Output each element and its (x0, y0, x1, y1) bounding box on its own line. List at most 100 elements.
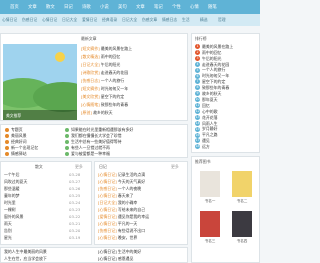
list-item[interactable]: [心情日记] 写给未来的自己 (98, 207, 186, 213)
rank-badge: 4 (195, 61, 200, 67)
subnav-item[interactable]: 伤感日记 (22, 17, 37, 23)
rank-badge: 1 (195, 44, 200, 49)
list-item[interactable]: [心情日记] 晚安，世界 (98, 235, 186, 241)
banner-hill (33, 82, 77, 112)
nav-item[interactable]: 随笔 (208, 4, 217, 10)
list-date: 03-26 (69, 186, 81, 191)
book-cover[interactable] (200, 171, 220, 197)
book-cover[interactable] (200, 211, 220, 237)
list-item[interactable]: [日记大全] 我的小确幸 (98, 200, 186, 206)
book-title[interactable]: 书名一 (196, 199, 224, 204)
subnav-item[interactable]: 爱情日记 (82, 17, 97, 23)
subnav-item[interactable]: 哲理 (218, 17, 226, 23)
rank-item[interactable]: 远方 (202, 144, 258, 150)
subnav-item[interactable]: 心情日记 (42, 17, 57, 23)
subnav-item[interactable]: 伤感文章 (142, 17, 157, 23)
book-title[interactable]: 书名三 (196, 239, 224, 244)
nav-item[interactable]: 散文 (46, 4, 55, 10)
diary-list-panel: 日记 更多 [心情日记] 记录生活的点滴 [心情日记] 今天的天气真好 [伤感日… (94, 161, 188, 245)
list-item[interactable]: 童年的梦 (4, 193, 64, 199)
featured-link[interactable]: 情感驿站 (11, 151, 61, 157)
nav-item[interactable]: 美句 (118, 4, 127, 10)
nav-item[interactable]: 笔记 (154, 4, 163, 10)
more-link[interactable]: 更多 (75, 164, 83, 170)
list-item[interactable]: 一个午后 (4, 172, 64, 178)
article-link[interactable]: [短文摘抄] 最美的风景在路上 (81, 46, 185, 52)
sun-icon (55, 52, 65, 62)
list-item[interactable]: 我的人生中最美丽的风景 (4, 249, 92, 255)
list-item[interactable]: 告别 (4, 228, 64, 234)
list-item[interactable]: [心情日记] 生活中的美好 (98, 249, 186, 255)
list-date: 03-23 (69, 207, 81, 212)
nav-item[interactable]: 诗歌 (82, 4, 91, 10)
subnav-item[interactable]: 经典语录 (102, 17, 117, 23)
subnav-item[interactable]: 日记大全 (62, 17, 77, 23)
rank-badge: 18 (195, 144, 200, 150)
list-item[interactable]: 那些温暖 (4, 186, 64, 192)
list-item[interactable]: [伤感日记] 一个人的夜晚 (98, 186, 186, 192)
ranking-panel: 排行榜 1 最美的风景在路上 2 雨中的回忆 3 午后的阳光 4 走进春天的花园 5 一个人的旅行… (191, 33, 260, 153)
banner-caption: 美文推荐 (3, 110, 77, 120)
list-date: 03-22 (69, 214, 81, 219)
subnav-item[interactable]: 情感日志 (162, 17, 177, 23)
article-link[interactable]: [短文摘抄] 时光匆匆又一年 (81, 86, 185, 92)
list-item[interactable]: [心情日记] 感恩遇见 (98, 256, 186, 262)
featured-link[interactable]: 爱与被爱都是一种幸福 (71, 151, 185, 157)
article-link[interactable]: [诗歌欣赏] 走进春天的花园 (81, 70, 185, 76)
rank-badge: 7 (195, 79, 200, 85)
panel-title: 推荐图书 (195, 159, 211, 164)
book-cover[interactable] (232, 211, 252, 237)
list-item[interactable]: [心情日记] 春天来了 (98, 193, 186, 199)
rank-badge: 2 (195, 49, 200, 55)
nav-item[interactable]: 个性 (172, 4, 181, 10)
main-article-panel: 最新文章 美文推荐 [短文摘抄] 最美的风景在路上 [散文精选] 雨中的回忆 [… (0, 33, 188, 121)
article-link[interactable]: [日记大全] 午后的阳光 (81, 62, 185, 68)
bullet-icon (5, 146, 9, 150)
list-date: 03-27 (69, 179, 81, 184)
list-item[interactable]: [爱情日记] 遇见你是我的幸运 (98, 214, 186, 220)
book-title[interactable]: 书名四 (228, 239, 256, 244)
banner-image[interactable]: 美文推荐 (3, 44, 77, 120)
list-item[interactable]: 雨天 (4, 221, 64, 227)
subnav-item[interactable]: 生活 (182, 17, 190, 23)
rank-badge: 16 (195, 132, 200, 138)
more-link[interactable]: 更多 (171, 164, 179, 170)
list-item[interactable]: [心情日记] 今天的天气真好 (98, 179, 186, 185)
sub-navbar: 心情日记 伤感日记 心情日记 日记大全 爱情日记 经典语录 日记大全 伤感文章 … (0, 14, 260, 26)
bottom-strip: 我的人生中最美丽的风景 [心情日记] 生活中的美好 人生在世，应当学会放下 [心… (0, 247, 188, 263)
article-link[interactable]: [原创] 故乡的秋天 (81, 110, 185, 116)
rank-badge: 12 (195, 108, 200, 114)
list-item[interactable]: [心情日记] 记录生活的点滴 (98, 172, 186, 178)
list-date: 03-20 (69, 228, 81, 233)
list-item[interactable]: [心情日记] 平凡的一天 (98, 221, 186, 227)
article-link[interactable]: [心情随笔] 致那些年的青春 (81, 102, 185, 108)
nav-item[interactable]: 小说 (100, 4, 109, 10)
bullet-icon (5, 140, 9, 144)
nav-item[interactable]: 心情 (190, 4, 199, 10)
list-item[interactable]: 星光 (4, 235, 64, 241)
list-item[interactable]: [伤感日记] 有些话说不出口 (98, 228, 186, 234)
list-item[interactable]: 人生在世，应当学会放下 (4, 256, 92, 262)
article-link[interactable]: [伤感日志] 一个人的旅行 (81, 78, 185, 84)
article-link[interactable]: [美文欣赏] 星空下的约定 (81, 94, 185, 100)
list-item[interactable]: 一棵树 (4, 207, 64, 213)
nav-item[interactable]: 文章 (136, 4, 145, 10)
nav-item[interactable]: 文章 (28, 4, 37, 10)
list-item[interactable]: 窗外的风景 (4, 214, 64, 220)
list-date: 03-24 (69, 200, 81, 205)
rank-badge: 10 (195, 97, 200, 103)
list-date: 03-25 (69, 193, 81, 198)
nav-item-home[interactable]: 首页 (10, 4, 19, 10)
subnav-item[interactable]: 精选 (200, 17, 208, 23)
panel-title: 排行榜 (195, 36, 207, 41)
subnav-item[interactable]: 日记大全 (122, 17, 137, 23)
list-item[interactable]: 风吹过的夏天 (4, 179, 64, 185)
bullet-icon (65, 146, 69, 150)
list-item[interactable]: 时光里 (4, 200, 64, 206)
book-title[interactable]: 书名二 (228, 199, 256, 204)
top-navbar: 首页 文章 散文 日记 诗歌 小说 美句 文章 笔记 个性 心情 随笔 (0, 0, 260, 14)
nav-item[interactable]: 日记 (64, 4, 73, 10)
subnav-item[interactable]: 心情日记 (2, 17, 17, 23)
book-cover[interactable] (232, 171, 252, 197)
article-link[interactable]: [散文精选] 雨中的回忆 (81, 54, 185, 60)
